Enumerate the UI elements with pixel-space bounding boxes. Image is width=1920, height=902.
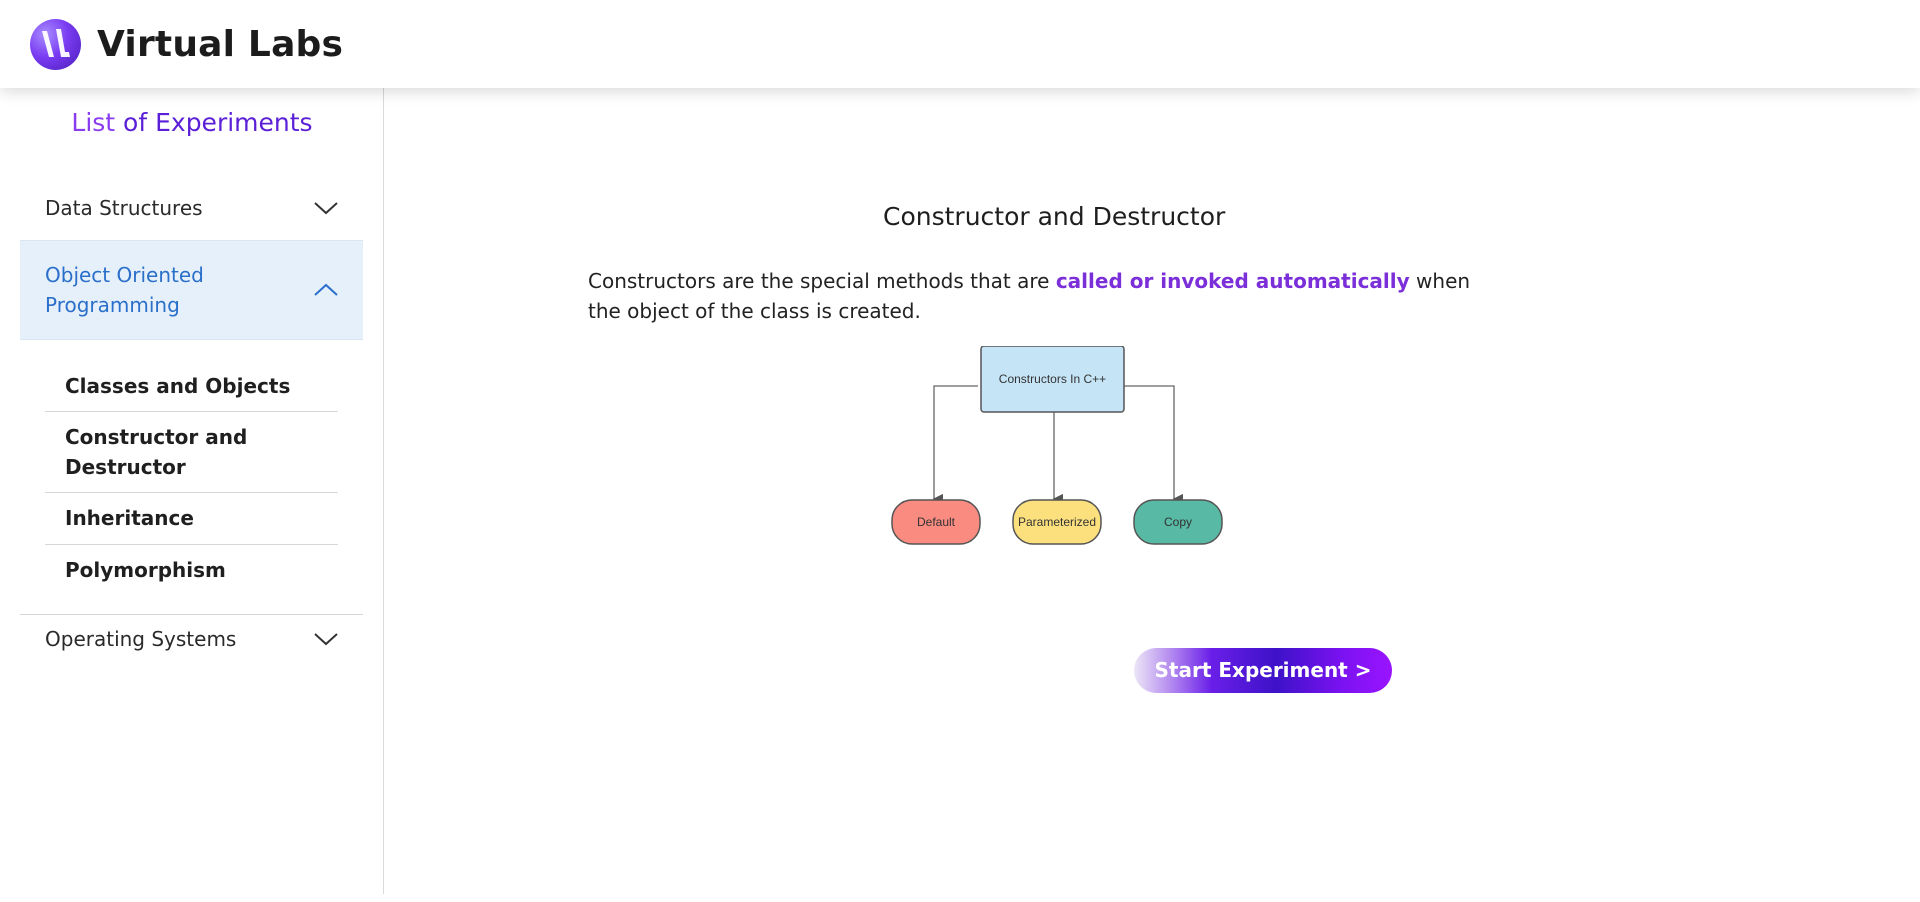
description-highlight: called or invoked automatically: [1055, 269, 1410, 293]
experiment-description: Constructors are the special methods tha…: [588, 266, 1488, 326]
category-label: Object Oriented Programming: [45, 263, 204, 317]
category-object-oriented-programming[interactable]: Object Oriented Programming: [20, 240, 363, 340]
experiment-item-constructor-and-destructor[interactable]: Constructor and Destructor: [45, 412, 338, 493]
sidebar-title-part2: of Experiments: [115, 108, 313, 137]
connector-copy: [1122, 385, 1184, 505]
sidebar-title-part1: List: [71, 108, 116, 137]
diagram-label-copy: Copy: [1164, 515, 1192, 529]
experiment-item-classes-and-objects[interactable]: Classes and Objects: [45, 360, 338, 412]
category-data-structures[interactable]: Data Structures: [20, 180, 363, 236]
connector-default: [932, 385, 978, 505]
chevron-down-icon: [314, 633, 338, 646]
top-header: Virtual Labs: [0, 0, 1920, 88]
experiment-item-polymorphism[interactable]: Polymorphism: [45, 545, 338, 597]
category-label: Data Structures: [45, 196, 203, 220]
main-content: Constructor and Destructor Constructors …: [385, 88, 1920, 902]
start-experiment-button[interactable]: Start Experiment >: [1134, 648, 1392, 693]
experiment-sidebar: List of Experiments Data Structures Obje…: [0, 88, 384, 894]
constructors-diagram: Constructors In C++ Default Parameterize…: [891, 346, 1223, 545]
oop-experiment-list: Classes and Objects Constructor and Dest…: [45, 360, 338, 597]
category-operating-systems[interactable]: Operating Systems: [20, 611, 363, 667]
brand-title[interactable]: Virtual Labs: [97, 24, 343, 65]
chevron-up-icon: [314, 283, 338, 296]
description-text-pre: Constructors are the special methods tha…: [588, 269, 1056, 293]
experiment-title: Constructor and Destructor: [883, 202, 1226, 231]
diagram-label-parameterized: Parameterized: [1018, 515, 1096, 529]
chevron-down-icon: [314, 202, 338, 215]
diagram-label-default: Default: [917, 515, 956, 529]
sidebar-title: List of Experiments: [0, 108, 384, 137]
experiment-item-inheritance[interactable]: Inheritance: [45, 493, 338, 545]
virtual-labs-logo-icon[interactable]: [30, 18, 81, 70]
diagram-root-label: Constructors In C++: [999, 372, 1106, 386]
category-label: Operating Systems: [45, 627, 237, 651]
